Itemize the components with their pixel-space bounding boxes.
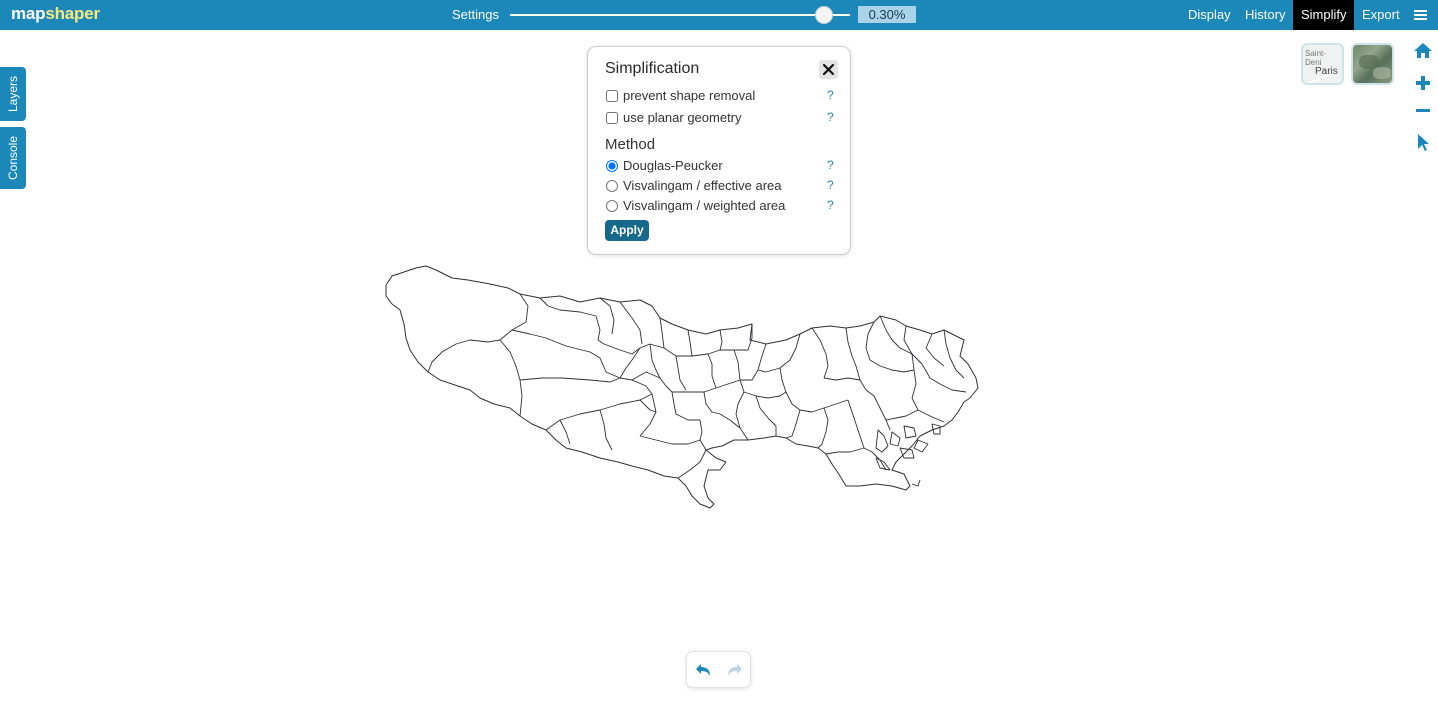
zoom-in-icon[interactable] bbox=[1412, 72, 1434, 94]
close-icon bbox=[822, 63, 835, 76]
basemap-light-thumbnail[interactable]: Saint-Deni Paris bbox=[1301, 43, 1344, 85]
basemap-label-saint-denis: Saint-Deni bbox=[1305, 49, 1326, 67]
undo-icon[interactable] bbox=[695, 661, 713, 679]
console-tab-label: Console bbox=[6, 135, 20, 181]
layers-tab-label: Layers bbox=[6, 75, 20, 113]
basemap-satellite-thumbnail[interactable] bbox=[1351, 43, 1394, 85]
layers-tab[interactable]: Layers bbox=[0, 67, 26, 121]
option-label: use planar geometry bbox=[623, 110, 742, 125]
option-label: prevent shape removal bbox=[623, 88, 756, 103]
help-link[interactable]: ? bbox=[827, 158, 834, 172]
nav-history[interactable]: History bbox=[1245, 0, 1287, 30]
simplification-dialog: Simplification prevent shape removal ? u… bbox=[587, 46, 851, 255]
visvalingam-weighted-radio[interactable] bbox=[606, 200, 618, 212]
method-heading: Method bbox=[605, 136, 656, 153]
help-link[interactable]: ? bbox=[827, 88, 834, 102]
simplify-percent-input[interactable]: 0.30% bbox=[858, 6, 916, 23]
logo-part-shaper: shaper bbox=[45, 4, 100, 23]
visvalingam-effective-radio[interactable] bbox=[606, 180, 618, 192]
settings-button[interactable]: Settings bbox=[452, 7, 499, 22]
help-link[interactable]: ? bbox=[827, 178, 834, 192]
console-tab[interactable]: Console bbox=[0, 127, 26, 189]
satellite-terrain-patch bbox=[1373, 67, 1391, 79]
help-link[interactable]: ? bbox=[827, 110, 834, 124]
logo-part-map: map bbox=[11, 4, 46, 23]
nav-display[interactable]: Display bbox=[1188, 0, 1231, 30]
method-label: Visvalingam / weighted area bbox=[623, 198, 786, 213]
apply-button[interactable]: Apply bbox=[605, 220, 649, 241]
method-label: Visvalingam / effective area bbox=[623, 178, 782, 193]
prevent-shape-removal-checkbox[interactable] bbox=[606, 90, 618, 102]
map-outline bbox=[385, 265, 979, 509]
nav-simplify[interactable]: Simplify bbox=[1293, 0, 1354, 30]
basemap-label-paris: Paris bbox=[1315, 66, 1338, 77]
help-link[interactable]: ? bbox=[827, 198, 834, 212]
method-label: Douglas-Peucker bbox=[623, 158, 723, 173]
home-icon[interactable] bbox=[1412, 40, 1434, 62]
app-logo[interactable]: mapshaper bbox=[11, 4, 100, 24]
planar-geometry-checkbox[interactable] bbox=[606, 112, 618, 124]
history-controls bbox=[686, 651, 751, 688]
simplify-slider-handle[interactable] bbox=[815, 6, 833, 24]
top-toolbar: mapshaper Settings 0.30% Display History… bbox=[0, 0, 1438, 30]
hamburger-menu-icon[interactable] bbox=[1414, 10, 1427, 20]
nav-export[interactable]: Export bbox=[1362, 0, 1402, 30]
pointer-icon[interactable] bbox=[1412, 131, 1434, 153]
douglas-peucker-radio[interactable] bbox=[606, 160, 618, 172]
simplify-slider[interactable] bbox=[510, 14, 850, 16]
dialog-title: Simplification bbox=[605, 60, 700, 77]
close-button[interactable] bbox=[819, 60, 838, 79]
zoom-out-icon[interactable] bbox=[1412, 100, 1434, 122]
redo-icon[interactable] bbox=[725, 661, 743, 679]
